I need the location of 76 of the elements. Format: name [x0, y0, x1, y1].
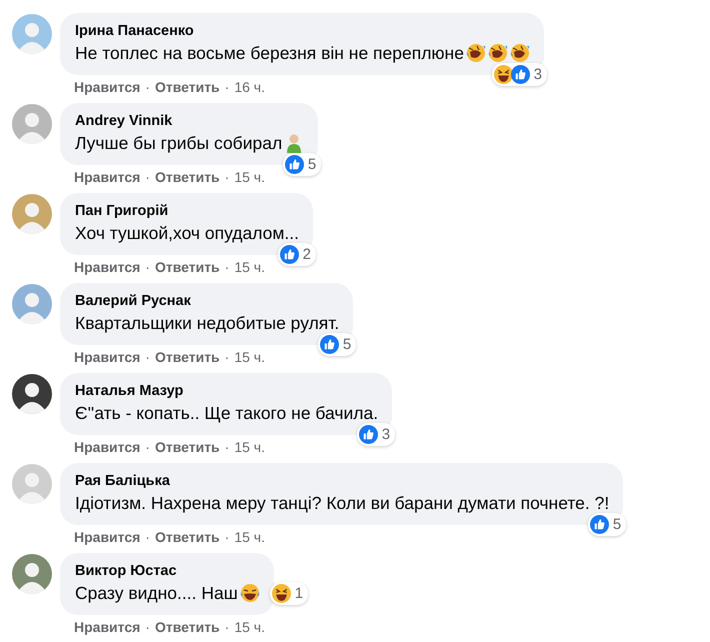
comment-text: Є''ать - копать.. Ще такого не бачила. [75, 402, 378, 425]
reaction-count: 5 [308, 155, 316, 174]
action-link[interactable]: Нравится [74, 529, 140, 545]
rofl-emoji-icon [466, 43, 486, 63]
author-name[interactable]: Andrey Vinnik [75, 112, 304, 131]
action-link[interactable]: Нравится [74, 259, 140, 275]
avatar-icon[interactable] [12, 374, 52, 414]
timestamp: 16 ч. [234, 79, 265, 95]
author-name[interactable]: Ірина Панасенко [75, 22, 530, 41]
comment-text: Лучше бы грибы собирал [75, 132, 282, 155]
comment-text: Хоч тушкой,хоч опудалом... [75, 222, 299, 245]
author-name[interactable]: Рая Баліцька [75, 472, 610, 491]
comment-text: Ідіотизм. Нахрена меру танці? Коли ви барани думати почнете. ?! [75, 492, 610, 515]
reaction-badge[interactable]: 5 [588, 513, 626, 536]
reaction-count: 3 [382, 425, 390, 444]
separator-dot: · [224, 439, 230, 455]
separator-dot: · [145, 79, 150, 95]
action-link[interactable]: Ответить [154, 619, 220, 635]
separator-dot: · [224, 619, 230, 635]
separator-dot: · [145, 349, 150, 365]
timestamp: 15 ч. [234, 169, 265, 185]
like-icon [358, 425, 378, 444]
reaction-badge[interactable]: 3 [492, 63, 547, 86]
separator-dot: · [224, 79, 230, 95]
reaction-badge[interactable]: 5 [318, 333, 356, 356]
like-icon [284, 155, 304, 174]
timestamp: 15 ч. [234, 439, 265, 455]
separator-dot: · [145, 439, 150, 455]
action-link[interactable]: Ответить [154, 529, 220, 545]
like-icon [280, 245, 299, 264]
separator-dot: · [224, 259, 230, 275]
separator-dot: · [224, 529, 230, 545]
action-link[interactable]: Ответить [154, 79, 220, 95]
action-link[interactable]: Нравится [74, 619, 140, 635]
timestamp: 15 ч. [234, 259, 265, 275]
reaction-count: 2 [302, 245, 311, 264]
reaction-count: 3 [534, 65, 542, 84]
author-name[interactable]: Пан Григорій [75, 202, 299, 221]
rofl-emoji-icon [510, 43, 530, 63]
reaction-count: 1 [294, 584, 304, 602]
separator-dot: · [145, 529, 150, 545]
like-icon [510, 65, 530, 84]
reaction-badge[interactable]: 2 [278, 243, 316, 266]
reaction-badge[interactable]: 3 [356, 423, 396, 446]
reaction-badge[interactable]: 1 [270, 582, 308, 604]
action-link[interactable]: Нравится [74, 169, 140, 185]
separator-dot: · [145, 619, 150, 635]
author-name[interactable]: Наталья Мазур [75, 382, 378, 401]
action-link[interactable]: Ответить [154, 439, 220, 455]
action-link[interactable]: Нравится [74, 79, 140, 95]
comment-text: Квартальщики недобитые рулят. [75, 312, 340, 335]
action-link[interactable]: Ответить [154, 169, 220, 185]
action-link[interactable]: Ответить [154, 349, 220, 365]
comment-text: Сразу видно.... Наш [75, 582, 238, 605]
reaction-count: 5 [342, 335, 352, 354]
timestamp: 15 ч. [234, 619, 265, 635]
action-link[interactable]: Ответить [154, 259, 220, 275]
laughing-emoji-icon [494, 65, 513, 84]
like-icon [320, 335, 339, 354]
reaction-count: 5 [612, 515, 622, 534]
laughing-emoji-icon [272, 584, 291, 602]
separator-dot: · [224, 169, 230, 185]
action-link[interactable]: Нравится [74, 439, 140, 455]
author-name[interactable]: Виктор Юстас [75, 562, 260, 581]
rofl-emoji-icon [488, 43, 508, 63]
author-name[interactable]: Валерий Руснак [75, 292, 340, 311]
separator-dot: · [145, 259, 150, 275]
comment-text: Не топлес на восьме березня він не переплюне [75, 42, 464, 65]
timestamp: 15 ч. [234, 529, 265, 545]
like-icon [590, 515, 609, 534]
reaction-badge[interactable]: 5 [282, 153, 322, 176]
timestamp: 15 ч. [234, 349, 265, 365]
action-link[interactable]: Нравится [74, 349, 140, 365]
tears-of-joy-emoji-icon [240, 583, 260, 603]
separator-dot: · [145, 169, 150, 185]
separator-dot: · [224, 349, 230, 365]
